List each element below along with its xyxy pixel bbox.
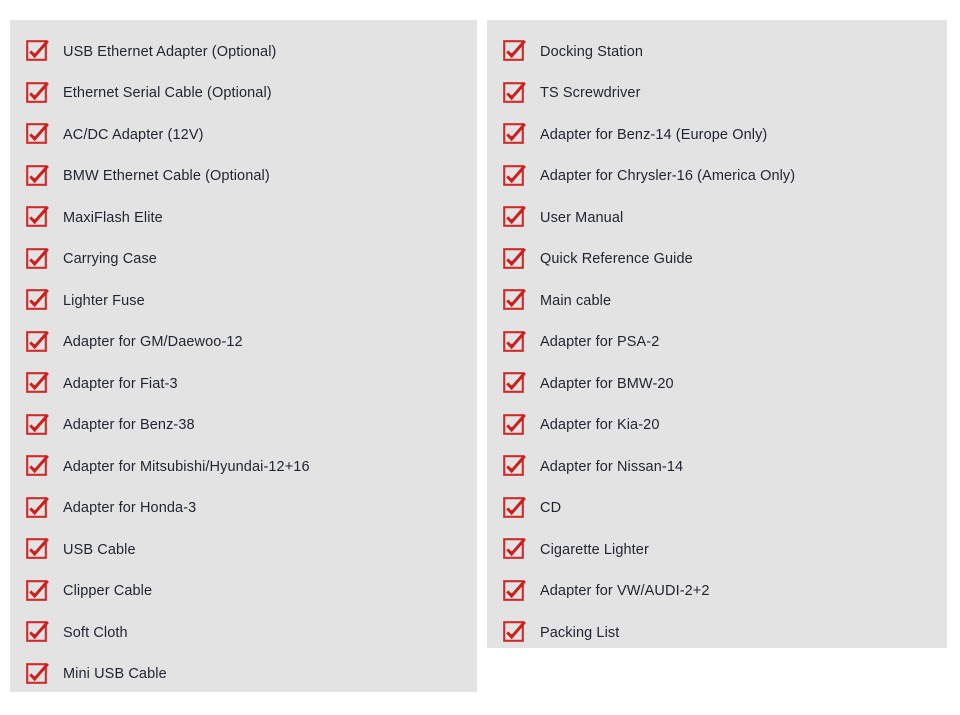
checked-checkbox-icon[interactable] [503,164,526,188]
checklist-item[interactable]: USB Cable [10,529,477,571]
checked-checkbox-icon[interactable] [26,579,49,603]
checklist-item[interactable]: Packing List [487,612,947,654]
checked-checkbox-icon[interactable] [503,40,526,63]
checklist-item-label: USB Cable [63,541,136,558]
checked-checkbox-icon[interactable] [26,289,49,312]
checklist-item-label: CD [540,500,562,516]
checklist-item-label: Soft Cloth [63,624,128,641]
checked-checkbox-icon[interactable] [503,413,526,437]
checklist-item-label: User Manual [540,209,624,226]
checklist-item[interactable]: Ethernet Serial Cable (Optional) [10,73,477,115]
checked-checkbox-icon[interactable] [503,330,526,354]
checklist-panel-left: USB Ethernet Adapter (Optional) Ethernet … [10,20,477,692]
checklist-item-label: Adapter for Benz-38 [63,417,195,433]
checklist-item[interactable]: Adapter for PSA-2 [487,322,947,364]
checklist-panel-right: Docking Station TS Screwdriver Adapter for… [487,20,947,648]
checked-checkbox-icon[interactable] [26,455,49,478]
checklist-item[interactable]: AC/DC Adapter (12V) [10,114,477,156]
checklist-item-label: BMW Ethernet Cable (Optional) [63,168,270,184]
checklist-item[interactable]: Soft Cloth [10,612,477,654]
checked-checkbox-icon[interactable] [503,621,526,644]
checklist-item[interactable]: User Manual [487,197,947,239]
checked-checkbox-icon[interactable] [26,40,49,63]
checklist-item-label: Adapter for VW/AUDI-2+2 [540,583,710,599]
checklist-item[interactable]: Adapter for Honda-3 [10,488,477,530]
checked-checkbox-icon[interactable] [26,164,49,188]
checklist-item[interactable]: MaxiFlash Elite [10,197,477,239]
checked-checkbox-icon[interactable] [26,621,49,644]
checked-checkbox-icon[interactable] [26,496,49,520]
checked-checkbox-icon[interactable] [26,81,49,105]
checklist-item-label: TS Screwdriver [540,85,641,101]
checked-checkbox-icon[interactable] [26,372,49,395]
checklist-item-label: Quick Reference Guide [540,251,693,267]
checklist-item[interactable]: Clipper Cable [10,571,477,613]
checklist-item[interactable]: Adapter for Mitsubishi/Hyundai-12+16 [10,446,477,488]
checklist-item[interactable]: Adapter for Fiat-3 [10,363,477,405]
checklist-item-label: Adapter for Kia-20 [540,417,660,433]
checklist-item-label: Docking Station [540,43,644,60]
checklist-item[interactable]: Adapter for GM/Daewoo-12 [10,322,477,364]
checklist-item-label: Adapter for Mitsubishi/Hyundai-12+16 [63,458,310,475]
checked-checkbox-icon[interactable] [503,372,526,395]
checklist-item-label: Adapter for Nissan-14 [540,458,684,475]
checked-checkbox-icon[interactable] [503,455,526,478]
checklist-item-label: MaxiFlash Elite [63,209,163,226]
checklist-item-label: USB Ethernet Adapter (Optional) [63,43,277,60]
packing-list-page: USB Ethernet Adapter (Optional) Ethernet … [0,0,960,715]
checked-checkbox-icon[interactable] [26,662,49,686]
checklist-item[interactable]: Cigarette Lighter [487,529,947,571]
checklist-item[interactable]: Adapter for Chrysler-16 (America Only) [487,156,947,198]
checklist-item[interactable]: Main cable [487,280,947,322]
checked-checkbox-icon[interactable] [26,538,49,561]
checklist-item-label: Cigarette Lighter [540,541,649,558]
checklist-item-label: Clipper Cable [63,583,153,599]
checked-checkbox-icon[interactable] [26,247,49,271]
checklist-item[interactable]: Lighter Fuse [10,280,477,322]
checked-checkbox-icon[interactable] [26,206,49,229]
checklist-item-label: Adapter for Chrysler-16 (America Only) [540,168,796,184]
checklist-item-label: Adapter for PSA-2 [540,334,660,350]
checklist-item-label: Adapter for Honda-3 [63,500,197,516]
checklist-column-left: USB Ethernet Adapter (Optional) Ethernet … [10,20,477,695]
checklist-item[interactable]: Docking Station [487,31,947,73]
checklist-item[interactable]: Adapter for VW/AUDI-2+2 [487,571,947,613]
checklist-item[interactable]: Adapter for Benz-38 [10,405,477,447]
checklist-item-label: Adapter for BMW-20 [540,375,674,392]
checklist-item-label: Adapter for GM/Daewoo-12 [63,334,243,350]
checklist-item-label: AC/DC Adapter (12V) [63,126,204,143]
checklist-item-label: Adapter for Fiat-3 [63,375,178,392]
checked-checkbox-icon[interactable] [503,579,526,603]
checklist-item[interactable]: Mini USB Cable [10,654,477,696]
checklist-item-label: Carrying Case [63,251,157,267]
checklist-item[interactable]: Adapter for BMW-20 [487,363,947,405]
checklist-item-label: Adapter for Benz-14 (Europe Only) [540,126,768,143]
checked-checkbox-icon[interactable] [503,206,526,229]
checklist-item[interactable]: Adapter for Kia-20 [487,405,947,447]
checklist-item[interactable]: Adapter for Nissan-14 [487,446,947,488]
checked-checkbox-icon[interactable] [503,538,526,561]
checklist-item[interactable]: CD [487,488,947,530]
checked-checkbox-icon[interactable] [503,123,526,146]
checklist-item[interactable]: USB Ethernet Adapter (Optional) [10,31,477,73]
checklist-item[interactable]: Quick Reference Guide [487,239,947,281]
checklist-item[interactable]: TS Screwdriver [487,73,947,115]
checklist-item-label: Ethernet Serial Cable (Optional) [63,85,272,101]
checked-checkbox-icon[interactable] [503,247,526,271]
checked-checkbox-icon[interactable] [26,330,49,354]
checklist-item[interactable]: BMW Ethernet Cable (Optional) [10,156,477,198]
checked-checkbox-icon[interactable] [26,123,49,146]
checklist-column-right: Docking Station TS Screwdriver Adapter for… [487,20,947,654]
checked-checkbox-icon[interactable] [503,81,526,105]
checklist-item-label: Lighter Fuse [63,292,145,309]
checklist-item[interactable]: Carrying Case [10,239,477,281]
checklist-item-label: Main cable [540,292,612,309]
checked-checkbox-icon[interactable] [503,289,526,312]
checklist-item[interactable]: Adapter for Benz-14 (Europe Only) [487,114,947,156]
checked-checkbox-icon[interactable] [26,413,49,437]
checklist-item-label: Packing List [540,624,620,641]
checklist-item-label: Mini USB Cable [63,666,167,682]
checked-checkbox-icon[interactable] [503,496,526,520]
